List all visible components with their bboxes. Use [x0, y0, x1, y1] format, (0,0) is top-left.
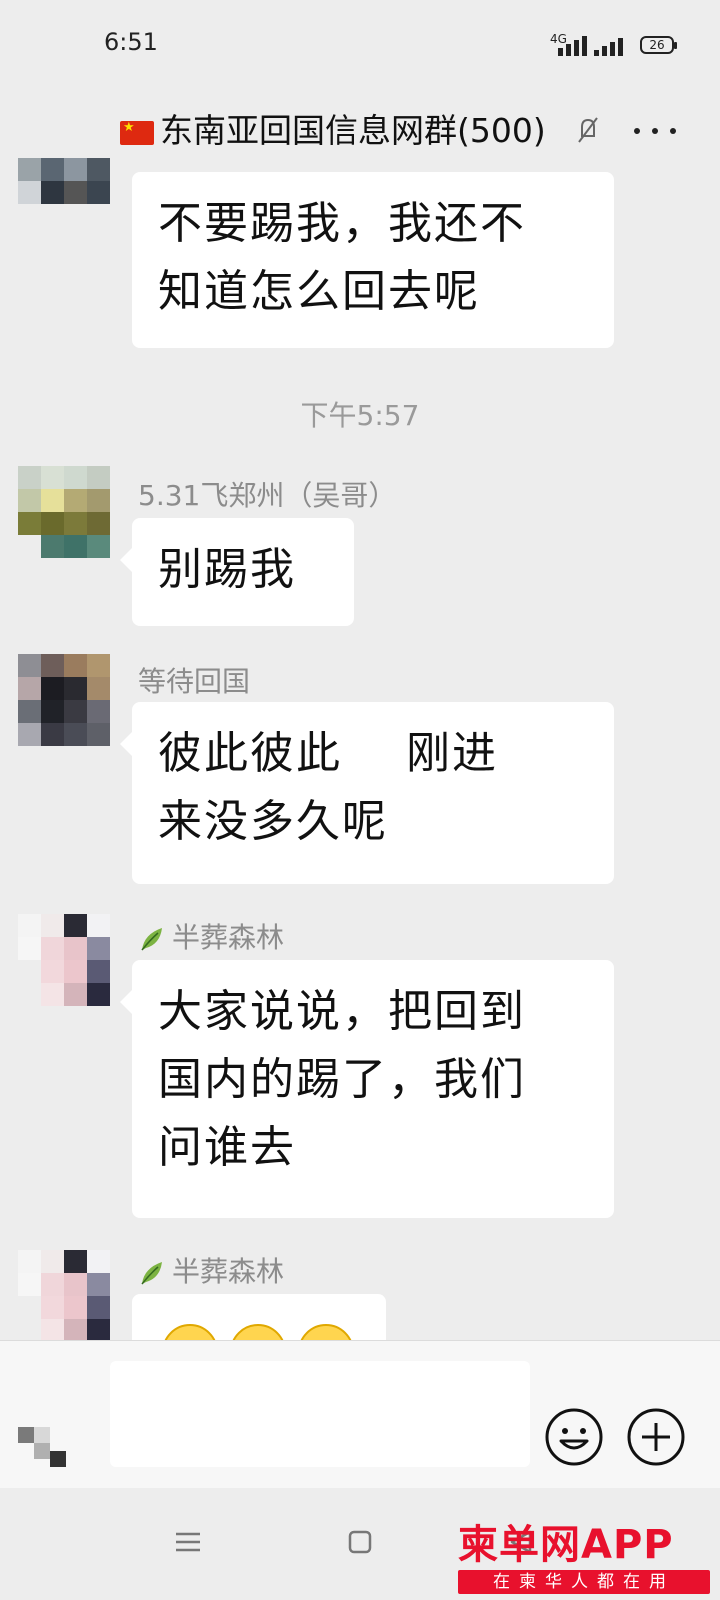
battery-level: 26: [649, 38, 665, 52]
smiley-icon: [545, 1408, 603, 1466]
signal-strength-icon-2: [592, 34, 632, 56]
status-bar: 6:51 4G 26: [0, 0, 720, 90]
sender-name: 半葬森林: [138, 916, 284, 956]
message-text-line: 不要踢我，我还不: [158, 198, 526, 249]
message-bubble[interactable]: 彼此彼此 刚进 来没多久呢: [120, 702, 614, 884]
sender-name: 半葬森林: [138, 1250, 284, 1290]
square-icon: [348, 1530, 372, 1554]
avatar[interactable]: [18, 654, 110, 746]
message-text-line: 国内的踢了，我们: [158, 1054, 526, 1105]
leaf-icon: [141, 928, 162, 951]
message-input-bar: [0, 1340, 720, 1489]
avatar[interactable]: [18, 1250, 110, 1342]
message-text-line: 别踢我: [158, 544, 296, 595]
chat-title: 东南亚回国信息网群(500): [120, 104, 546, 152]
message-text-line: 来没多久呢: [158, 796, 388, 847]
message-text-line: 大家说说，把回到: [158, 986, 526, 1037]
china-flag-icon: [120, 120, 154, 145]
avatar[interactable]: [18, 466, 110, 558]
sender-name: 等待回国: [138, 665, 251, 698]
leaf-icon: [141, 1262, 162, 1285]
avatar[interactable]: [18, 914, 110, 1006]
plus-circle-icon: [627, 1408, 685, 1466]
message-text-line: 彼此彼此 刚进: [158, 728, 498, 779]
home-button[interactable]: [338, 1520, 382, 1564]
signal-strength-icon: [556, 34, 596, 56]
more-actions-button[interactable]: [626, 1407, 686, 1467]
battery-icon: 26: [640, 36, 677, 54]
watermark-slogan: 在柬华人都在用: [458, 1570, 710, 1594]
voice-icon: [18, 1427, 66, 1467]
watermark: 柬单网APP 在柬华人都在用: [458, 1512, 720, 1600]
more-options-button[interactable]: [626, 100, 686, 160]
avatar[interactable]: [18, 112, 110, 204]
time-divider: 下午5:57: [300, 399, 420, 432]
sender-name: 5.31飞郑州（吴哥）: [138, 479, 397, 512]
message-bubble[interactable]: 不要踢我，我还不 知道怎么回去呢: [132, 172, 614, 348]
emoji-button[interactable]: [544, 1407, 604, 1467]
message-input[interactable]: [110, 1361, 530, 1467]
sender-name-text: 半葬森林: [172, 1255, 285, 1288]
voice-toggle-button[interactable]: [14, 1407, 78, 1471]
message-bubble[interactable]: 大家说说，把回到 国内的踢了，我们 问谁去: [120, 960, 614, 1218]
mute-bell-icon: [578, 117, 598, 143]
message-text-line: 知道怎么回去呢: [158, 266, 480, 317]
message-text-line: 问谁去: [158, 1122, 296, 1173]
watermark-brand: 柬单网APP: [458, 1522, 674, 1568]
message-bubble[interactable]: 别踢我: [120, 518, 354, 626]
sender-name-text: 半葬森林: [172, 921, 285, 954]
menu-lines-icon: [176, 1532, 200, 1552]
recent-apps-button[interactable]: [166, 1520, 210, 1564]
chat-title-text: 东南亚回国信息网群(500): [160, 111, 546, 150]
status-time: 6:51: [104, 28, 158, 56]
